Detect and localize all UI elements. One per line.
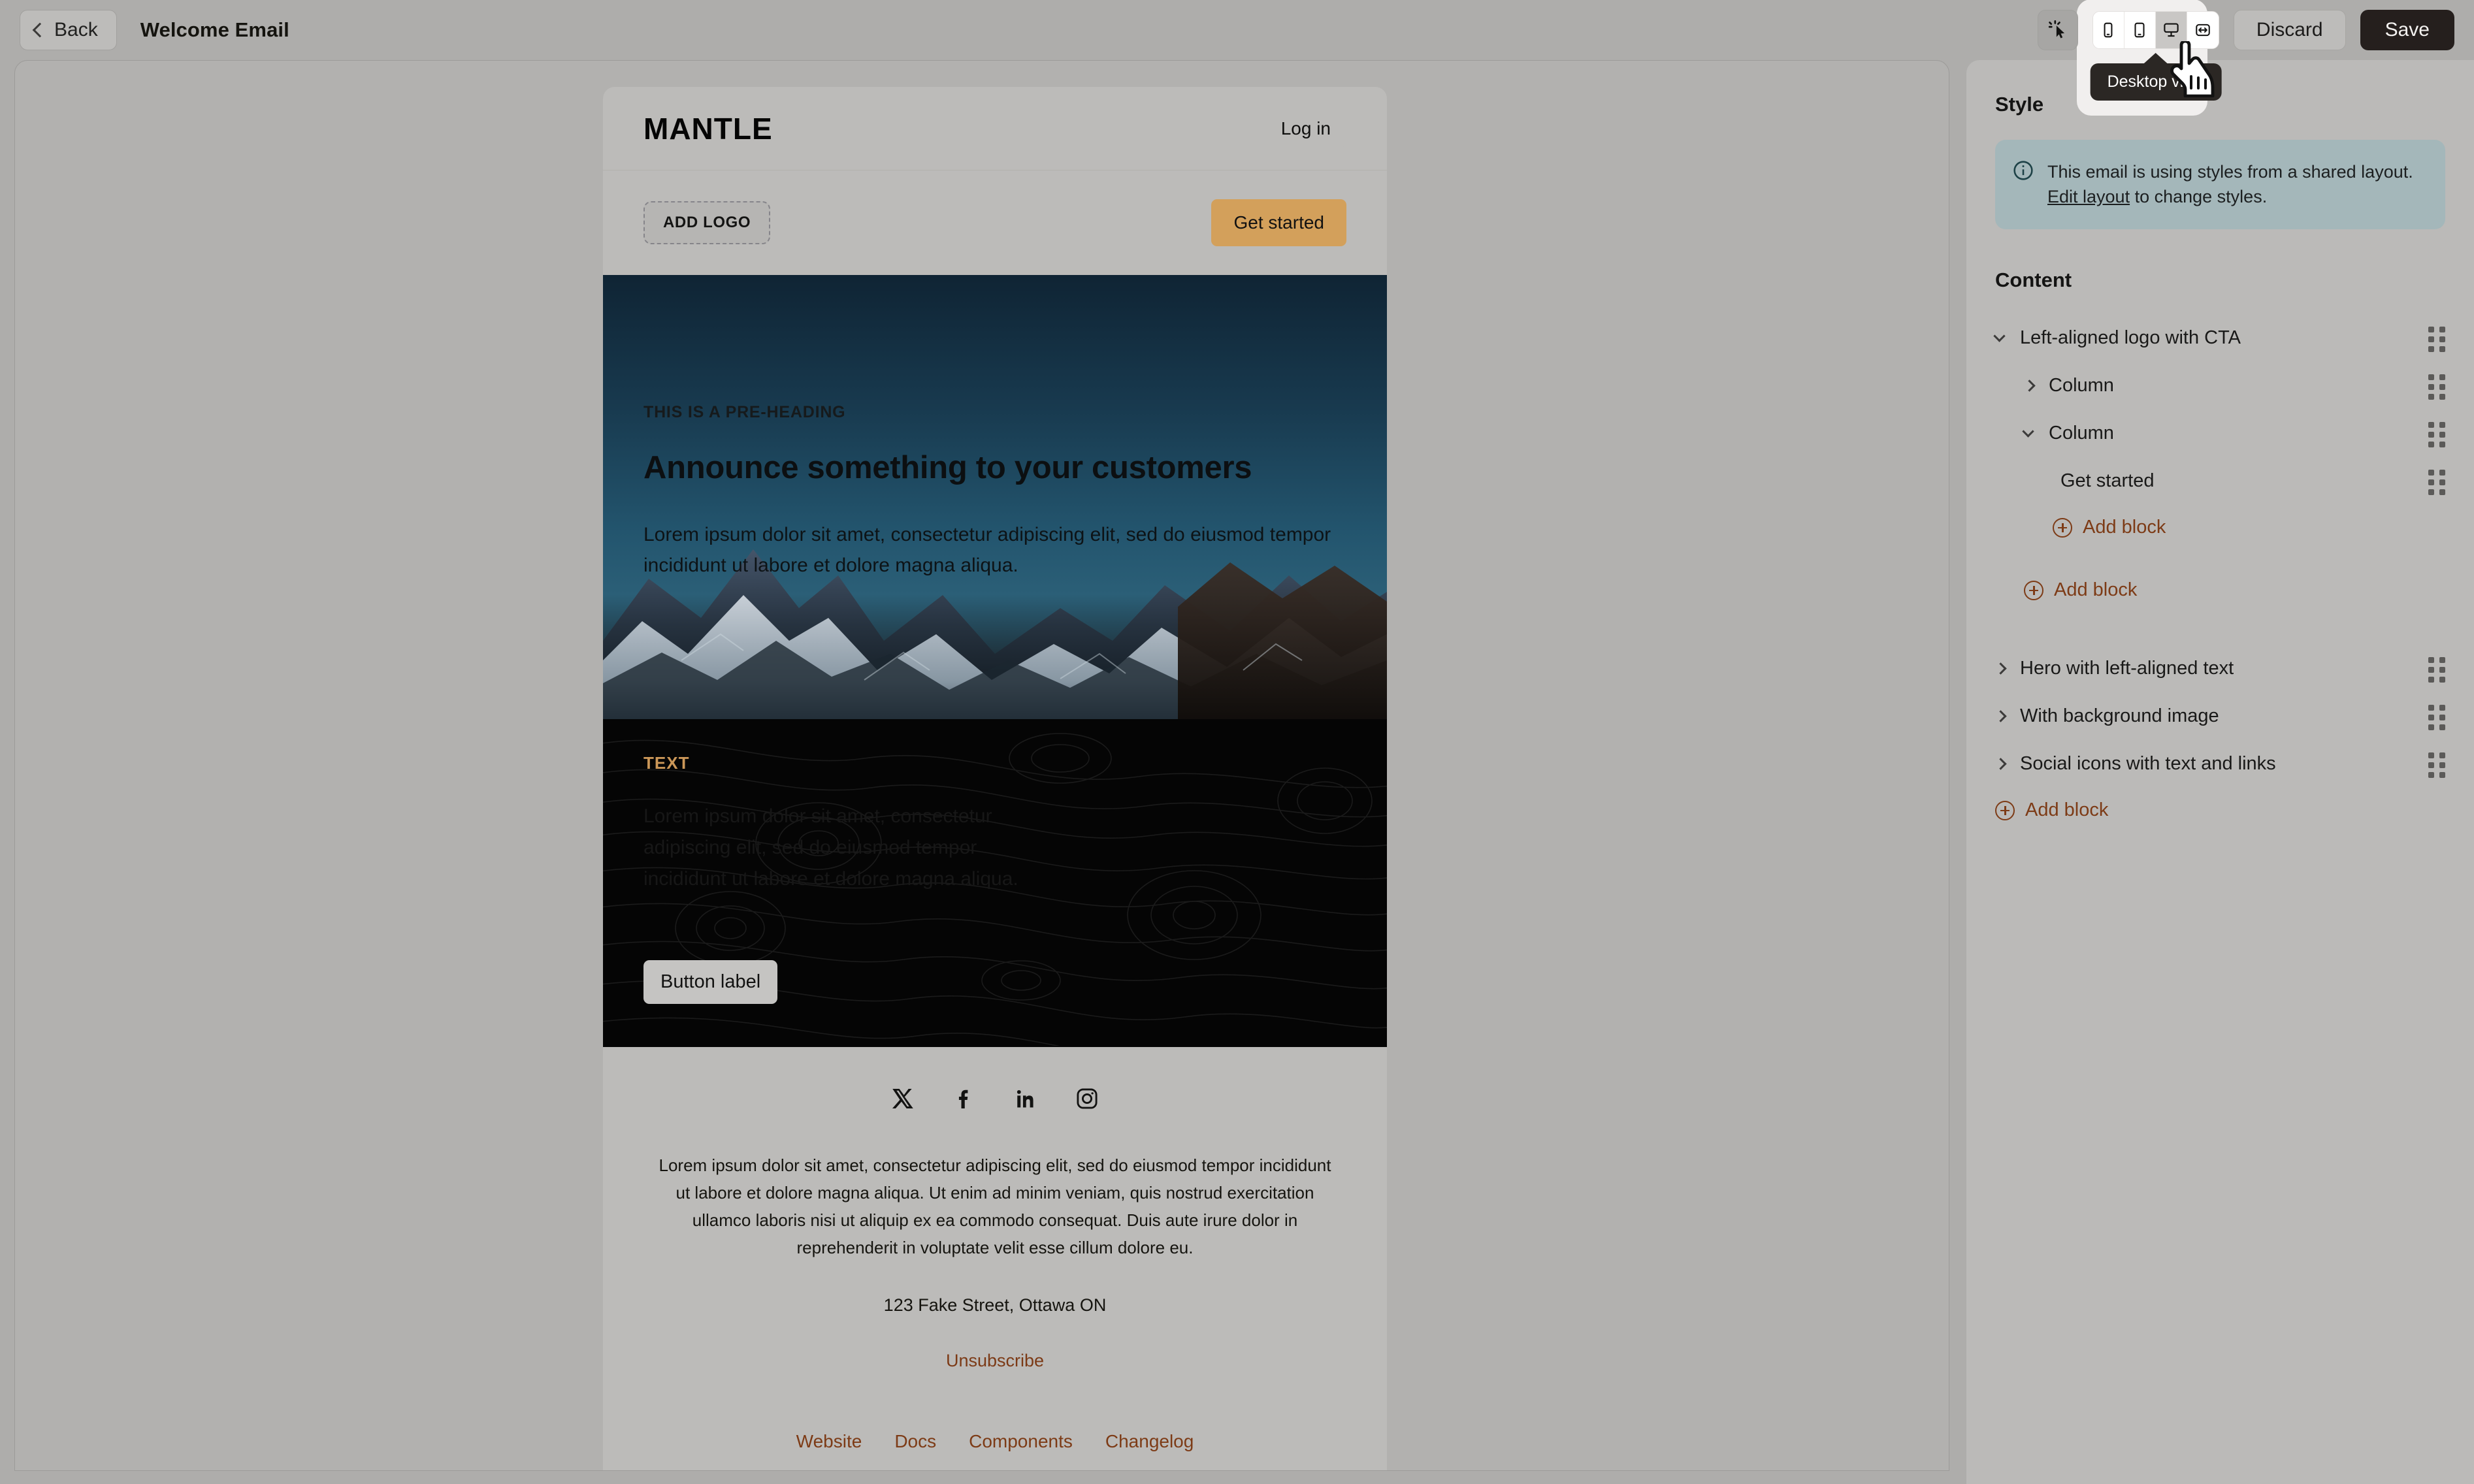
email-preview-card: MANTLE Log in ADD LOGO Get started THIS …: [603, 87, 1387, 1470]
chevron-right-icon[interactable]: [1994, 757, 2015, 770]
tablet-icon: [2134, 22, 2145, 38]
content-panel-heading: Content: [1995, 268, 2072, 291]
info-circle-icon: [2013, 161, 2033, 180]
dark-block-button[interactable]: Button label: [643, 960, 778, 1004]
email-footer: Lorem ipsum dolor sit amet, consectetur …: [603, 1047, 1387, 1470]
plus-circle-icon: [1995, 800, 2015, 820]
device-button-fullwidth[interactable]: [2187, 12, 2219, 48]
back-button-label: Back: [54, 19, 98, 40]
tree-item-label: With background image: [2020, 705, 2219, 726]
arrows-horizontal-icon: [2196, 24, 2210, 37]
add-block-label: Add block: [2025, 799, 2109, 821]
device-button-tablet[interactable]: [2124, 12, 2156, 48]
add-block-label: Add block: [2083, 517, 2166, 538]
hero-heading: Announce something to your customers: [643, 450, 1252, 485]
hero-preheading: THIS IS A PRE-HEADING: [643, 403, 846, 421]
tree-item-column-1[interactable]: Column: [1995, 362, 2445, 410]
tree-item-label: Left-aligned logo with CTA: [2020, 327, 2241, 348]
tree-item-left-aligned-logo-with-cta[interactable]: Left-aligned logo with CTA: [1993, 314, 2445, 362]
cursor-click-icon: [2048, 20, 2064, 39]
drag-handle[interactable]: [2428, 752, 2445, 779]
footer-social-row: [643, 1084, 1346, 1114]
tree-item-column-2[interactable]: Column: [1995, 410, 2445, 457]
get-started-button[interactable]: Get started: [1211, 199, 1346, 246]
drag-handle[interactable]: [2428, 327, 2445, 353]
footer-link-changelog[interactable]: Changelog: [1105, 1431, 1194, 1452]
dark-block-content: TEXT Lorem ipsum dolor sit amet, consect…: [603, 719, 1387, 895]
device-button-desktop[interactable]: [2155, 12, 2187, 48]
footer-link-docs[interactable]: Docs: [894, 1431, 936, 1452]
add-block-button-root[interactable]: Add block: [1995, 788, 2445, 833]
tree-item-with-background-image[interactable]: With background image: [1994, 692, 2445, 740]
tree-item-get-started[interactable]: Get started: [1995, 457, 2445, 505]
save-button[interactable]: Save: [2360, 10, 2454, 50]
discard-button[interactable]: Discard: [2233, 10, 2346, 50]
add-block-button-nested[interactable]: Add block: [1995, 505, 2445, 551]
drag-handle[interactable]: [2428, 470, 2445, 496]
drag-handle[interactable]: [2428, 374, 2445, 400]
device-tooltip: Desktop view: [2090, 63, 2222, 101]
drag-handle[interactable]: [2428, 657, 2445, 683]
chevron-down-icon[interactable]: [1993, 330, 2015, 342]
add-block-label: Add block: [2054, 579, 2138, 601]
shared-layout-notice-text: This email is using styles from a shared…: [2047, 159, 2413, 210]
editor-canvas: MANTLE Log in ADD LOGO Get started THIS …: [14, 60, 1949, 1471]
footer-paragraph: Lorem ipsum dolor sit amet, consectetur …: [659, 1155, 1331, 1258]
select-tool-button[interactable]: [2037, 10, 2078, 50]
facebook-icon[interactable]: [949, 1084, 979, 1114]
tree-item-hero-with-left-aligned-text[interactable]: Hero with left-aligned text: [1994, 645, 2445, 692]
tree-item-label: Column: [2049, 374, 2114, 396]
email-header: MANTLE Log in: [603, 87, 1387, 170]
brand-logo: MANTLE: [643, 111, 773, 146]
add-logo-placeholder[interactable]: ADD LOGO: [643, 201, 771, 244]
chevron-right-icon[interactable]: [1994, 709, 2015, 722]
chevron-right-icon[interactable]: [2023, 379, 2043, 392]
tree-item-social-icons-with-text-and-links[interactable]: Social icons with text and links: [1994, 740, 2445, 788]
device-view-switcher: Desktop view: [2076, 0, 2222, 116]
chevron-right-icon[interactable]: [1994, 662, 2015, 675]
footer-link-components[interactable]: Components: [969, 1431, 1073, 1452]
unsubscribe-link[interactable]: Unsubscribe: [946, 1351, 1044, 1371]
page-title: Welcome Email: [140, 18, 289, 41]
x-icon[interactable]: [888, 1084, 918, 1114]
hero-text-group: THIS IS A PRE-HEADING Announce something…: [643, 403, 1346, 581]
footer-links-row: Website Docs Components Changelog: [643, 1431, 1346, 1452]
phone-icon: [2104, 22, 2113, 38]
style-sidebar: Style This email is using styles from a …: [1966, 60, 2474, 1484]
shared-layout-notice: This email is using styles from a shared…: [1995, 140, 2445, 229]
desktop-icon: [2164, 23, 2179, 37]
tree-item-label: Column: [2049, 422, 2114, 444]
email-dark-block[interactable]: TEXT Lorem ipsum dolor sit amet, consect…: [603, 719, 1387, 1047]
tree-item-label: Get started: [2060, 470, 2155, 491]
linkedin-icon[interactable]: [1011, 1084, 1041, 1114]
drag-handle[interactable]: [2428, 705, 2445, 731]
back-button[interactable]: Back: [20, 10, 117, 50]
notice-line-2: to change styles.: [2130, 187, 2268, 207]
chevron-down-icon[interactable]: [2022, 425, 2043, 438]
dark-block-eyebrow: TEXT: [643, 753, 690, 773]
device-button-mobile[interactable]: [2092, 12, 2124, 48]
email-hero-block[interactable]: THIS IS A PRE-HEADING Announce something…: [603, 275, 1387, 719]
instagram-icon[interactable]: [1072, 1084, 1102, 1114]
content-tree: Left-aligned logo with CTA Column Column…: [1993, 314, 2445, 833]
drag-handle[interactable]: [2428, 422, 2445, 448]
edit-layout-link[interactable]: Edit layout: [2047, 187, 2130, 206]
login-button[interactable]: Log in: [1265, 108, 1346, 148]
top-toolbar: Back Welcome Email Desktop view Discard …: [0, 0, 2474, 116]
plus-circle-icon: [2024, 580, 2043, 600]
email-logo-cta-row: ADD LOGO Get started: [603, 170, 1387, 275]
notice-line-1: This email is using styles from a shared…: [2047, 162, 2413, 182]
footer-link-website[interactable]: Website: [796, 1431, 862, 1452]
add-block-button-column-level[interactable]: Add block: [1995, 568, 2445, 613]
chevron-left-icon: [32, 22, 48, 38]
tree-item-label: Social icons with text and links: [2020, 752, 2276, 774]
dark-block-paragraph: Lorem ipsum dolor sit amet, consectetur …: [643, 805, 1018, 890]
tree-item-label: Hero with left-aligned text: [2020, 657, 2234, 679]
plus-circle-icon: [2053, 517, 2072, 538]
toolbar-actions: Desktop view Discard Save: [2037, 0, 2474, 116]
footer-address: 123 Fake Street, Ottawa ON: [883, 1295, 1107, 1315]
hero-paragraph: Lorem ipsum dolor sit amet, consectetur …: [643, 524, 1331, 576]
